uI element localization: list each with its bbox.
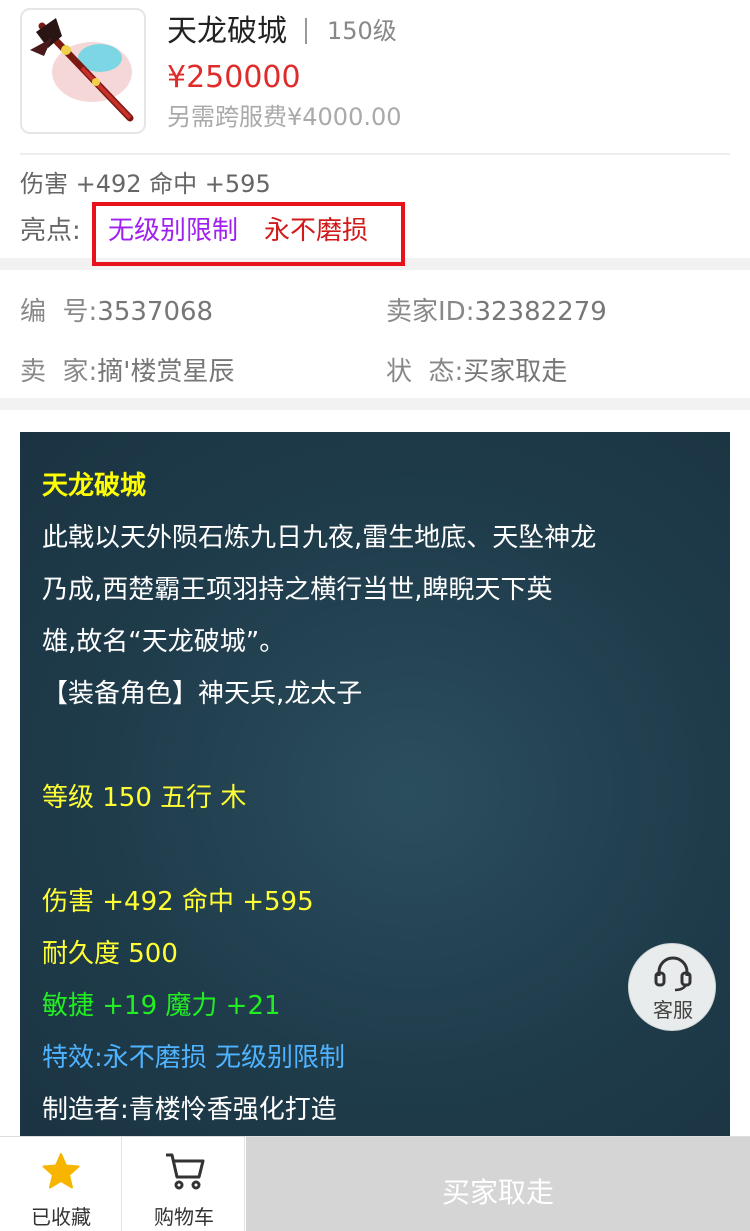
description-line: 乃成,西楚霸王项羽持之横行当世,睥睨天下英 [42, 575, 553, 605]
favorite-button[interactable]: 已收藏 [0, 1137, 122, 1231]
level-divider [305, 18, 307, 44]
item-description-panel: 天龙破城 此戟以天外陨石炼九日九夜,雷生地底、天坠神龙 乃成,西楚霸王项羽持之横… [20, 432, 730, 1152]
cross-server-fee: 另需跨服费¥4000.00 [167, 103, 402, 131]
item-attributes: 伤害 +492 命中 +595 [20, 170, 271, 198]
number-value: 3537068 [97, 297, 214, 327]
durability-line: 耐久度 500 [42, 939, 178, 969]
cart-button[interactable]: 购物车 [123, 1137, 245, 1231]
favorite-label: 已收藏 [31, 1205, 91, 1229]
item-level: 150级 [327, 17, 397, 45]
bonus-line: 敏捷 +19 魔力 +21 [42, 991, 281, 1021]
item-price: ¥250000 [167, 60, 301, 95]
highlight-label: 亮点: [20, 216, 81, 246]
buyer-pickup-label: 买家取走 [441, 1176, 554, 1209]
divider [20, 153, 730, 155]
item-name: 天龙破城 [167, 14, 287, 49]
customer-service-label: 客服 [653, 998, 693, 1022]
effect-line: 特效:永不磨损 无级别限制 [42, 1043, 346, 1073]
seller-row: 卖 家:摘'楼赏星辰 [20, 354, 234, 390]
status-value: 买家取走 [463, 357, 568, 387]
trade-info: 编 号:3537068 卖家ID:32382279 卖 家:摘'楼赏星辰 状 态… [0, 270, 750, 398]
description-title: 天龙破城 [42, 471, 147, 501]
item-thumbnail[interactable] [20, 8, 146, 134]
halberd-icon [30, 18, 134, 122]
highlight-tag: 无级别限制 [108, 216, 239, 246]
maker-line: 制造者:青楼怜香强化打造 [42, 1095, 337, 1125]
description-line: 此戟以天外陨石炼九日九夜,雷生地底、天坠神龙 [42, 523, 597, 553]
description-card: 天龙破城 此戟以天外陨石炼九日九夜,雷生地底、天坠神龙 乃成,西楚霸王项羽持之横… [0, 410, 750, 1152]
cart-label: 购物车 [154, 1205, 214, 1229]
seller-value: 摘'楼赏星辰 [97, 357, 235, 387]
star-icon [42, 1153, 80, 1189]
seller-id-value: 32382279 [474, 297, 607, 327]
number-label: 编 号: [20, 297, 98, 327]
seller-id-label: 卖家ID: [386, 297, 475, 327]
seller-label: 卖 家: [20, 357, 98, 387]
grade-line: 等级 150 五行 木 [42, 783, 247, 813]
equip-role-line: 【装备角色】神天兵,龙太子 [42, 679, 363, 709]
stats-line: 伤害 +492 命中 +595 [42, 887, 314, 917]
bottom-action-bar: 已收藏 购物车 买家取走 [0, 1136, 750, 1231]
status-label: 状 态: [386, 357, 464, 387]
seller-id-row: 卖家ID:32382279 [386, 294, 607, 330]
buyer-pickup-button[interactable]: 买家取走 [246, 1137, 750, 1231]
product-header: 天龙破城 150级 ¥250000 另需跨服费¥4000.00 伤害 +492 … [0, 0, 750, 266]
customer-service-button[interactable]: 客服 [628, 943, 716, 1031]
shopping-cart-icon [166, 1153, 205, 1190]
description-line: 雄,故名“天龙破城”。 [42, 627, 286, 657]
status-row: 状 态:买家取走 [386, 354, 567, 390]
number-row: 编 号:3537068 [20, 294, 213, 330]
headset-icon [654, 956, 692, 992]
highlight-tag: 永不磨损 [264, 216, 369, 246]
